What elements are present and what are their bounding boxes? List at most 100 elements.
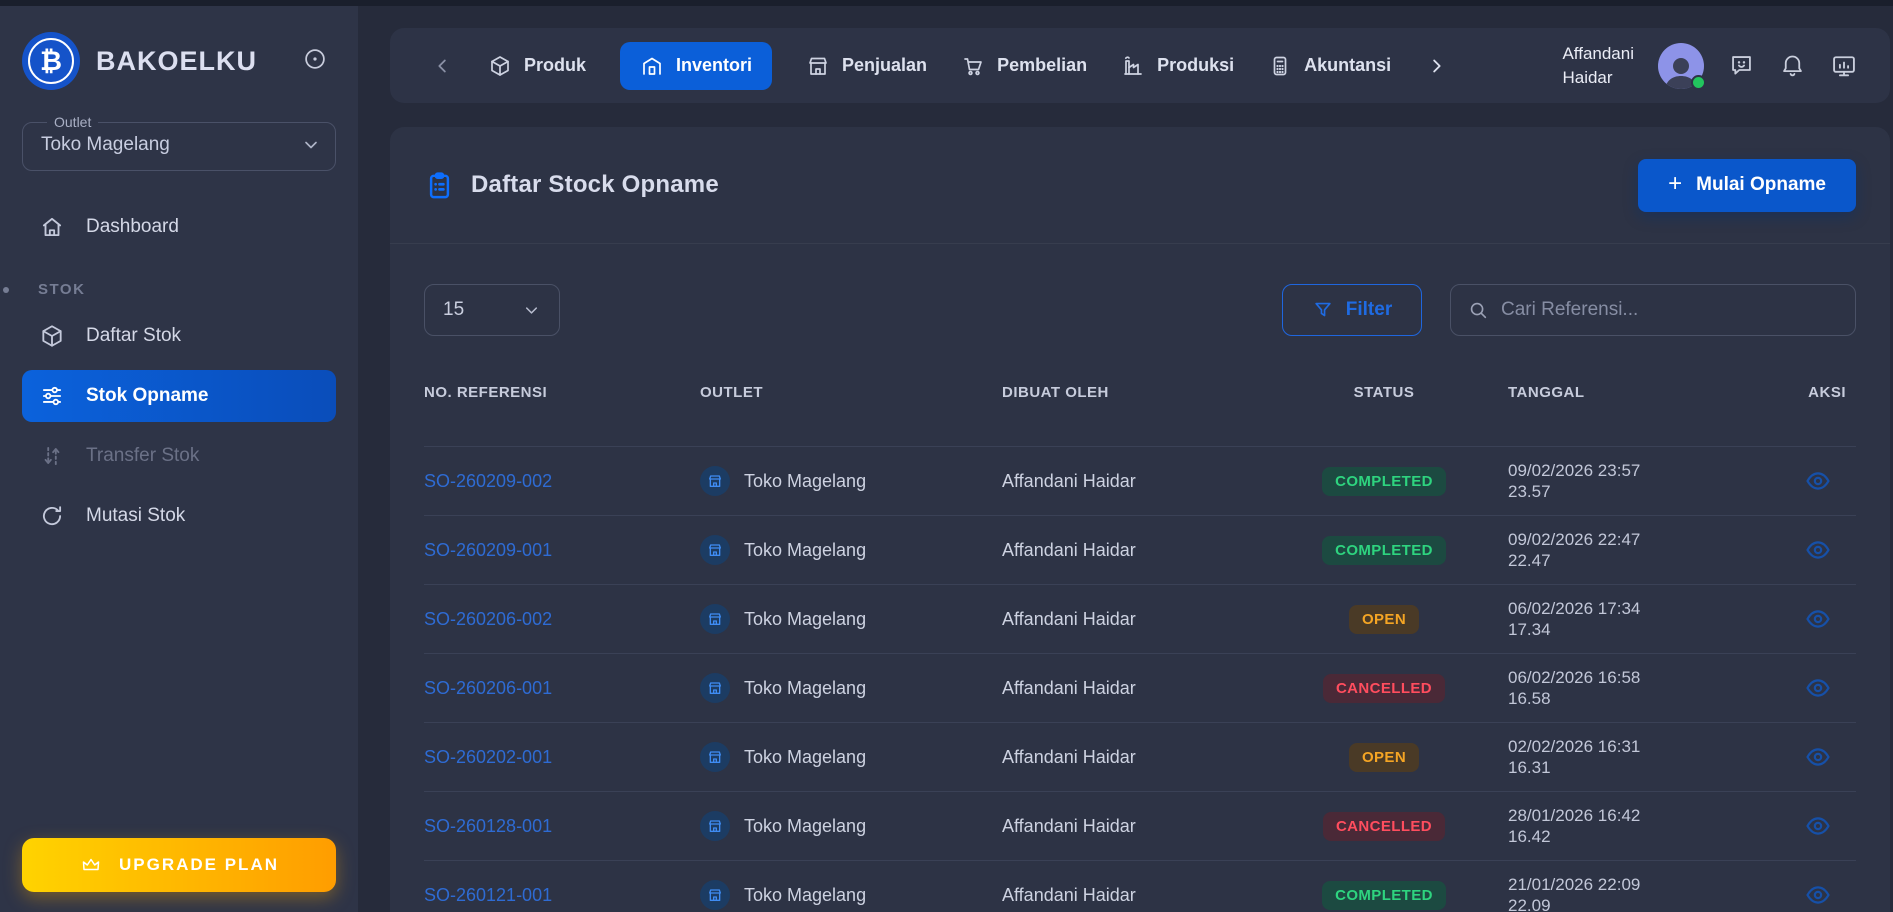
warehouse-icon [640,54,664,78]
eye-icon[interactable] [1800,877,1836,912]
sidebar-item-daftar-stok[interactable]: Daftar Stok [22,310,336,362]
store-circle-icon [700,811,730,841]
created-by: Affandani Haidar [1002,608,1136,629]
page-size-value: 15 [443,299,465,320]
table-row: SO-260209-002 Toko Magelang Affandani Ha… [424,446,1856,515]
chevron-down-icon [522,301,541,320]
chevron-left-icon[interactable] [432,55,454,77]
created-by: Affandani Haidar [1002,539,1136,560]
date-line2: 22.09 [1508,896,1551,912]
cube-icon [38,323,66,349]
main-column: Produk Inventori Penjualan Pembelian Pro… [358,6,1893,912]
outlet-name: Toko Magelang [744,539,867,560]
page-title: Daftar Stock Opname [471,171,719,198]
section-dot [3,287,9,293]
table-row: SO-260206-002 Toko Magelang Affandani Ha… [424,584,1856,653]
bell-icon[interactable] [1779,52,1806,79]
upgrade-plan-button[interactable]: UPGRADE PLAN [22,838,336,892]
tab-akuntansi[interactable]: Akuntansi [1268,54,1391,78]
date-cell: 09/02/2026 23:57 23.57 [1508,460,1800,502]
user-cluster: Affandani Haidar [1562,42,1858,90]
table-header: NO. REFERENSI OUTLET DIBUAT OLEH STATUS … [424,384,1856,446]
clipboard-icon [424,170,455,201]
table-row: SO-260206-001 Toko Magelang Affandani Ha… [424,653,1856,722]
calculator-icon [1268,54,1292,78]
tab-label: Produk [524,55,587,75]
store-circle-icon [700,604,730,634]
outlet-name: Toko Magelang [744,815,867,836]
ref-link[interactable]: SO-260121-001 [424,885,552,905]
eye-icon[interactable] [1800,601,1836,637]
page-size-select[interactable]: 15 [424,284,560,336]
status-badge: COMPLETED [1322,880,1446,910]
sidebar-item-label: Mutasi Stok [86,505,186,526]
date-cell: 28/01/2026 16:42 16.42 [1508,805,1800,847]
tab-produk[interactable]: Produk [488,54,586,78]
top-navigation: Produk Inventori Penjualan Pembelian Pro… [390,28,1890,103]
eye-icon[interactable] [1800,670,1836,706]
tab-label: Produksi [1157,55,1235,75]
sidebar-item-dashboard[interactable]: Dashboard [22,201,336,253]
ref-link[interactable]: SO-260206-002 [424,609,552,629]
cart-icon [961,54,985,78]
outlet-select[interactable]: Outlet Toko Magelang [22,114,336,171]
brand: ₿ BAKOELKU [22,32,336,90]
outlet-name: Toko Magelang [744,746,867,767]
ref-link[interactable]: SO-260202-001 [424,747,552,767]
outlet-name: Toko Magelang [744,470,867,491]
date-line2: 23.57 [1508,482,1551,501]
collapse-sidebar-icon[interactable] [302,46,328,72]
divider [390,243,1890,244]
tab-produksi[interactable]: Produksi [1121,54,1234,78]
tab-label: Penjualan [842,55,928,75]
chat-icon[interactable] [1728,52,1755,79]
filter-button[interactable]: Filter [1282,284,1422,336]
ref-link[interactable]: SO-260209-001 [424,540,552,560]
eye-icon[interactable] [1800,532,1836,568]
date-line1: 06/02/2026 16:58 [1508,668,1641,687]
tab-penjualan[interactable]: Penjualan [806,54,927,78]
created-by: Affandani Haidar [1002,815,1136,836]
online-status-dot [1691,74,1706,90]
col-header-referensi: NO. REFERENSI [424,384,548,401]
funnel-icon [1312,299,1334,321]
store-circle-icon [700,742,730,772]
outlet-name: Toko Magelang [744,884,867,905]
col-header-tanggal: TANGGAL [1508,384,1585,401]
avatar[interactable] [1658,42,1706,90]
sidebar-item-mutasi-stok[interactable]: Mutasi Stok [22,490,336,542]
store-circle-icon [700,535,730,565]
outlet-name: Toko Magelang [744,677,867,698]
upgrade-plan-label: UPGRADE PLAN [118,855,279,874]
eye-icon[interactable] [1800,739,1836,775]
table-row: SO-260202-001 Toko Magelang Affandani Ha… [424,722,1856,791]
mulai-opname-button[interactable]: + Mulai Opname [1638,158,1856,212]
filter-label: Filter [1345,299,1393,320]
status-badge: CANCELLED [1322,811,1446,841]
store-circle-icon [700,673,730,703]
created-by: Affandani Haidar [1002,677,1136,698]
sidebar-nav: Dashboard STOK Daftar Stok Stok Opname T… [3,201,336,542]
ref-link[interactable]: SO-260128-001 [424,816,552,836]
chevron-right-icon[interactable] [1425,55,1447,77]
store-icon [806,54,830,78]
tab-pembelian[interactable]: Pembelian [961,54,1087,78]
sidebar-item-transfer-stok[interactable]: Transfer Stok [22,430,336,482]
ref-link[interactable]: SO-260209-002 [424,471,552,491]
ref-link[interactable]: SO-260206-001 [424,678,552,698]
refresh-icon [38,503,66,529]
sidebar-item-label: Transfer Stok [86,445,200,466]
status-badge: CANCELLED [1322,673,1446,703]
monitor-icon[interactable] [1830,52,1858,80]
tab-inventori[interactable]: Inventori [620,41,773,90]
search-input[interactable] [1501,299,1839,321]
sidebar-item-stok-opname[interactable]: Stok Opname [22,370,336,422]
eye-icon[interactable] [1800,463,1836,499]
date-cell: 09/02/2026 22:47 22.47 [1508,529,1800,571]
col-header-status: STATUS [1353,384,1415,401]
table-controls: 15 Filter [424,284,1856,336]
col-header-aksi: AKSI [1808,384,1846,401]
eye-icon[interactable] [1800,808,1836,844]
date-line2: 16.42 [1508,827,1551,846]
date-line2: 16.58 [1508,689,1551,708]
